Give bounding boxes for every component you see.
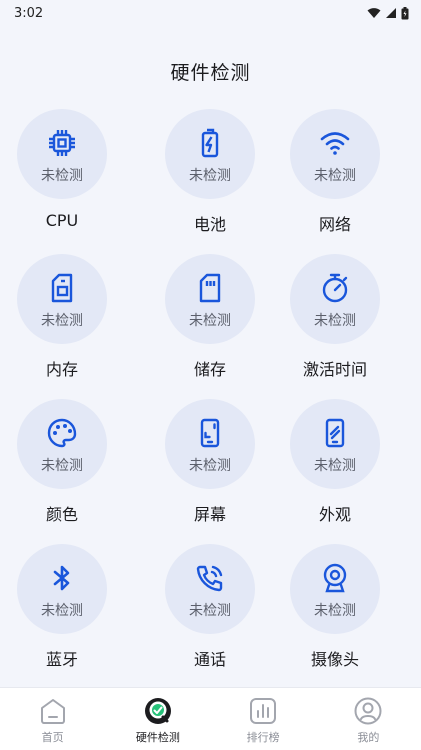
bluetooth-button[interactable]: 未检测: [17, 544, 107, 634]
hardware-item-memory[interactable]: 未检测 内存: [0, 254, 149, 399]
item-status: 未检测: [41, 603, 83, 619]
color-button[interactable]: 未检测: [17, 399, 107, 489]
page-title: 硬件检测: [170, 62, 251, 84]
phone-appearance-icon: [325, 418, 345, 448]
item-status: 未检测: [41, 168, 83, 184]
hardware-item-call[interactable]: 未检测 通话: [149, 544, 298, 689]
hardware-item-battery[interactable]: 未检测 电池: [149, 109, 298, 254]
screen-icon: [200, 418, 220, 448]
camera-button[interactable]: 未检测: [290, 544, 380, 634]
hardware-check-icon: [144, 698, 171, 724]
call-button[interactable]: 未检测: [165, 544, 255, 634]
activation-time-button[interactable]: 未检测: [290, 254, 380, 344]
hardware-item-screen[interactable]: 未检测 屏幕: [149, 399, 298, 544]
memory-button[interactable]: 未检测: [17, 254, 107, 344]
item-label: 通话: [193, 650, 226, 669]
status-icons: [367, 6, 409, 20]
hardware-item-color[interactable]: 未检测 颜色: [0, 399, 149, 544]
hardware-item-cpu[interactable]: 未检测 CPU: [0, 109, 149, 254]
item-status: 未检测: [189, 603, 231, 619]
battery-icon: [201, 128, 219, 158]
nav-hardware-check[interactable]: 硬件检测: [118, 696, 198, 745]
item-status: 未检测: [41, 313, 83, 329]
hardware-item-camera[interactable]: 未检测 摄像头: [290, 544, 421, 689]
item-status: 未检测: [189, 458, 231, 474]
profile-icon: [354, 697, 382, 725]
item-label: CPU: [45, 211, 79, 230]
item-label: 电池: [193, 215, 226, 234]
nav-label: 硬件检测: [135, 731, 180, 744]
item-label: 摄像头: [310, 650, 359, 669]
item-label: 外观: [318, 505, 351, 524]
hardware-item-network[interactable]: 未检测 网络: [290, 109, 421, 254]
cpu-button[interactable]: 未检测: [17, 109, 107, 199]
cell-signal-icon: [386, 8, 396, 18]
appearance-button[interactable]: 未检测: [290, 399, 380, 489]
ranking-icon: [250, 698, 277, 724]
nav-home[interactable]: 首页: [13, 696, 93, 745]
hardware-item-bluetooth[interactable]: 未检测 蓝牙: [0, 544, 149, 689]
battery-button[interactable]: 未检测: [165, 109, 255, 199]
home-icon: [40, 699, 65, 724]
nav-profile[interactable]: 我的: [328, 696, 408, 745]
item-label: 蓝牙: [45, 650, 78, 669]
timer-icon: [322, 273, 348, 303]
nav-label: 首页: [41, 731, 64, 744]
item-status: 未检测: [189, 168, 231, 184]
nav-label: 排行榜: [246, 731, 280, 744]
storage-icon: [199, 273, 221, 303]
status-time: 3:02: [14, 5, 44, 21]
item-label: 储存: [193, 360, 226, 379]
hardware-item-storage[interactable]: 未检测 储存: [149, 254, 298, 399]
item-status: 未检测: [314, 603, 356, 619]
item-label: 颜色: [45, 505, 78, 524]
item-label: 屏幕: [193, 505, 226, 524]
camera-icon: [323, 563, 347, 593]
network-button[interactable]: 未检测: [290, 109, 380, 199]
nav-ranking[interactable]: 排行榜: [223, 696, 303, 745]
storage-button[interactable]: 未检测: [165, 254, 255, 344]
phone-call-icon: [196, 565, 223, 592]
bottom-nav: 首页 硬件检测 排行榜 我的: [0, 687, 421, 750]
wifi-signal-icon: [367, 8, 381, 18]
item-status: 未检测: [314, 458, 356, 474]
item-status: 未检测: [189, 313, 231, 329]
item-status: 未检测: [314, 313, 356, 329]
item-label: 内存: [45, 360, 78, 379]
wifi-icon: [320, 132, 350, 155]
hardware-item-activation-time[interactable]: 未检测 激活时间: [290, 254, 421, 399]
item-status: 未检测: [314, 168, 356, 184]
sd-card-icon: [51, 273, 73, 303]
item-label: 激活时间: [302, 360, 367, 379]
battery-status-icon: [401, 6, 409, 19]
item-label: 网络: [318, 215, 351, 234]
item-status: 未检测: [41, 458, 83, 474]
status-bar: 3:02: [0, 0, 421, 26]
hardware-item-appearance[interactable]: 未检测 外观: [290, 399, 421, 544]
screen-button[interactable]: 未检测: [165, 399, 255, 489]
palette-icon: [47, 418, 77, 448]
hardware-grid: 未检测 CPU 未检测 电池 未检测 网络 未检测 内存 未检测 储存 未检测 …: [0, 109, 421, 689]
cpu-icon: [49, 130, 75, 156]
nav-label: 我的: [357, 731, 380, 744]
bluetooth-icon: [53, 565, 70, 591]
